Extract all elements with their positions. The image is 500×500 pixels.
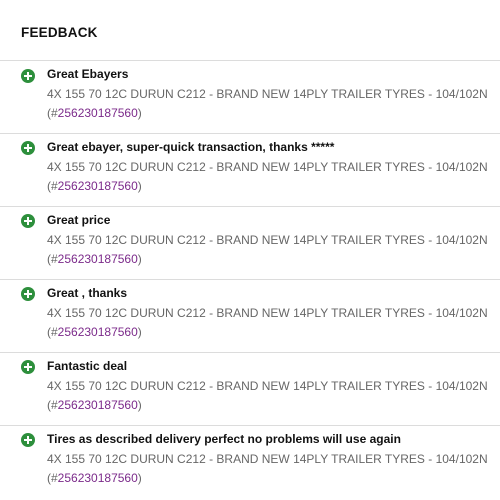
feedback-comment: Great Ebayers xyxy=(47,67,129,81)
item-number-line: (#256230187560) xyxy=(47,104,142,123)
feedback-item: Great Ebayers 4X 155 70 12C DURUN C212 -… xyxy=(0,61,500,134)
item-number-link[interactable]: 256230187560 xyxy=(58,252,138,266)
item-number-suffix: ) xyxy=(137,252,142,266)
item-title: 4X 155 70 12C DURUN C212 - BRAND NEW 14P… xyxy=(47,233,488,247)
positive-plus-circle-icon xyxy=(21,214,35,228)
item-number-prefix: (# xyxy=(47,325,58,339)
item-number-suffix: ) xyxy=(137,471,142,485)
item-number-line: (#256230187560) xyxy=(47,469,142,488)
item-number-prefix: (# xyxy=(47,471,58,485)
feedback-item: Fantastic deal 4X 155 70 12C DURUN C212 … xyxy=(0,353,500,426)
feedback-item: Great price 4X 155 70 12C DURUN C212 - B… xyxy=(0,207,500,280)
feedback-section: FEEDBACK Great Ebayers 4X 155 70 12C DUR… xyxy=(0,0,500,499)
feedback-item: Tires as described delivery perfect no p… xyxy=(0,426,500,499)
feedback-item: Great , thanks 4X 155 70 12C DURUN C212 … xyxy=(0,280,500,353)
item-number-prefix: (# xyxy=(47,179,58,193)
item-number-prefix: (# xyxy=(47,106,58,120)
item-number-suffix: ) xyxy=(137,106,142,120)
item-number-suffix: ) xyxy=(137,325,142,339)
feedback-item: Great ebayer, super-quick transaction, t… xyxy=(0,134,500,207)
feedback-comment: Great , thanks xyxy=(47,286,128,300)
item-number-prefix: (# xyxy=(47,252,58,266)
item-number-suffix: ) xyxy=(137,179,142,193)
item-number-link[interactable]: 256230187560 xyxy=(58,325,138,339)
positive-plus-circle-icon xyxy=(21,141,35,155)
item-title: 4X 155 70 12C DURUN C212 - BRAND NEW 14P… xyxy=(47,306,488,320)
item-number-line: (#256230187560) xyxy=(47,250,142,269)
item-number-line: (#256230187560) xyxy=(47,323,142,342)
item-number-line: (#256230187560) xyxy=(47,177,142,196)
feedback-comment: Great ebayer, super-quick transaction, t… xyxy=(47,140,335,154)
item-title: 4X 155 70 12C DURUN C212 - BRAND NEW 14P… xyxy=(47,160,488,174)
feedback-comment: Fantastic deal xyxy=(47,359,128,373)
feedback-list: Great Ebayers 4X 155 70 12C DURUN C212 -… xyxy=(0,61,500,499)
item-number-suffix: ) xyxy=(137,398,142,412)
item-number-link[interactable]: 256230187560 xyxy=(58,398,138,412)
item-title: 4X 155 70 12C DURUN C212 - BRAND NEW 14P… xyxy=(47,452,488,466)
feedback-header: FEEDBACK xyxy=(0,0,500,61)
feedback-comment: Tires as described delivery perfect no p… xyxy=(47,432,401,446)
positive-plus-circle-icon xyxy=(21,287,35,301)
positive-plus-circle-icon xyxy=(21,360,35,374)
item-number-link[interactable]: 256230187560 xyxy=(58,106,138,120)
feedback-comment: Great price xyxy=(47,213,111,227)
item-title: 4X 155 70 12C DURUN C212 - BRAND NEW 14P… xyxy=(47,379,488,393)
item-number-link[interactable]: 256230187560 xyxy=(58,471,138,485)
item-number-link[interactable]: 256230187560 xyxy=(58,179,138,193)
item-number-prefix: (# xyxy=(47,398,58,412)
feedback-heading: FEEDBACK xyxy=(21,25,98,40)
item-title: 4X 155 70 12C DURUN C212 - BRAND NEW 14P… xyxy=(47,87,488,101)
item-number-line: (#256230187560) xyxy=(47,396,142,415)
positive-plus-circle-icon xyxy=(21,433,35,447)
positive-plus-circle-icon xyxy=(21,69,35,83)
